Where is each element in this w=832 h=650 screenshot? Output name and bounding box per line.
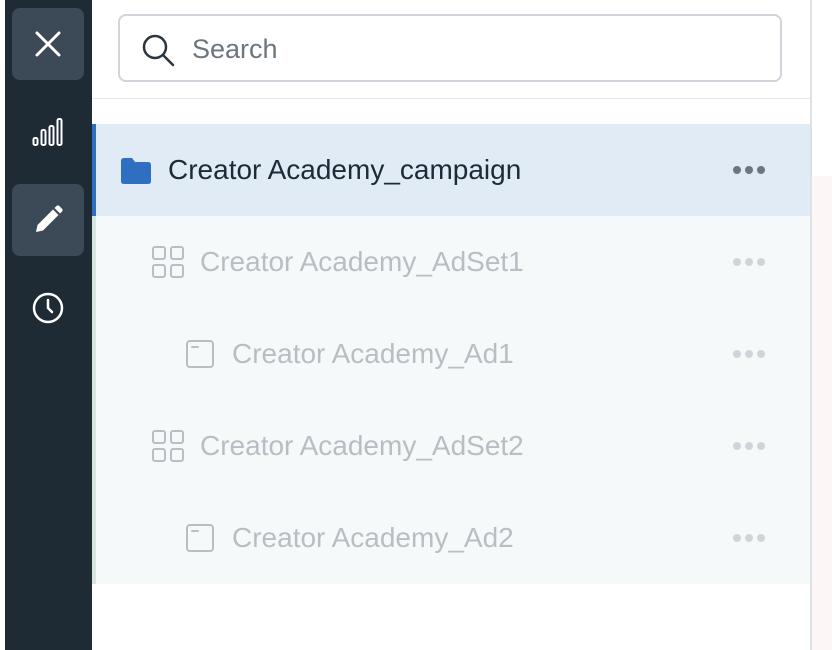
close-icon bbox=[35, 31, 61, 57]
grid-icon bbox=[152, 246, 184, 278]
more-options-icon[interactable] bbox=[732, 532, 766, 544]
more-options-icon[interactable] bbox=[732, 440, 766, 452]
tree-row-label: Creator Academy_AdSet2 bbox=[200, 430, 524, 461]
reporting-button[interactable] bbox=[12, 96, 84, 168]
grid-icon bbox=[152, 430, 184, 462]
search-input[interactable] bbox=[190, 26, 754, 72]
tree-row-ad[interactable]: Creator Academy_Ad2 bbox=[92, 492, 810, 584]
tree-row-label: Creator Academy_Ad1 bbox=[232, 338, 514, 369]
tree-row-adset[interactable]: Creator Academy_AdSet2 bbox=[92, 400, 810, 492]
more-options-icon[interactable] bbox=[732, 256, 766, 268]
tree-row-campaign[interactable]: Creator Academy_campaign bbox=[92, 124, 810, 216]
ad-window-icon bbox=[186, 524, 214, 552]
clock-icon bbox=[32, 292, 64, 324]
tree-row-adset[interactable]: Creator Academy_AdSet1 bbox=[92, 216, 810, 308]
close-button[interactable] bbox=[12, 8, 84, 80]
tree-row-label: Creator Academy_AdSet1 bbox=[200, 246, 524, 277]
pencil-icon bbox=[36, 205, 63, 232]
canvas-edge bbox=[812, 176, 832, 650]
campaign-tree: Creator Academy_campaign Creator Academy… bbox=[92, 124, 810, 584]
tree-row-label: Creator Academy_Ad2 bbox=[232, 522, 514, 553]
bar-chart-icon bbox=[32, 118, 63, 146]
tree-row-ad[interactable]: Creator Academy_Ad1 bbox=[92, 308, 810, 400]
folder-icon bbox=[121, 158, 151, 184]
campaign-tree-panel: Creator Academy_campaign Creator Academy… bbox=[92, 0, 812, 650]
tree-row-label: Creator Academy_campaign bbox=[168, 154, 522, 185]
search-box[interactable] bbox=[118, 14, 782, 82]
search-icon bbox=[142, 34, 175, 67]
more-options-icon[interactable] bbox=[732, 348, 766, 360]
tool-rail bbox=[5, 0, 92, 650]
more-options-icon[interactable] bbox=[732, 164, 766, 176]
edit-button[interactable] bbox=[12, 184, 84, 256]
search-area bbox=[92, 0, 810, 99]
ad-window-icon bbox=[186, 340, 214, 368]
selection-indicator bbox=[92, 124, 96, 216]
history-button[interactable] bbox=[12, 272, 84, 344]
